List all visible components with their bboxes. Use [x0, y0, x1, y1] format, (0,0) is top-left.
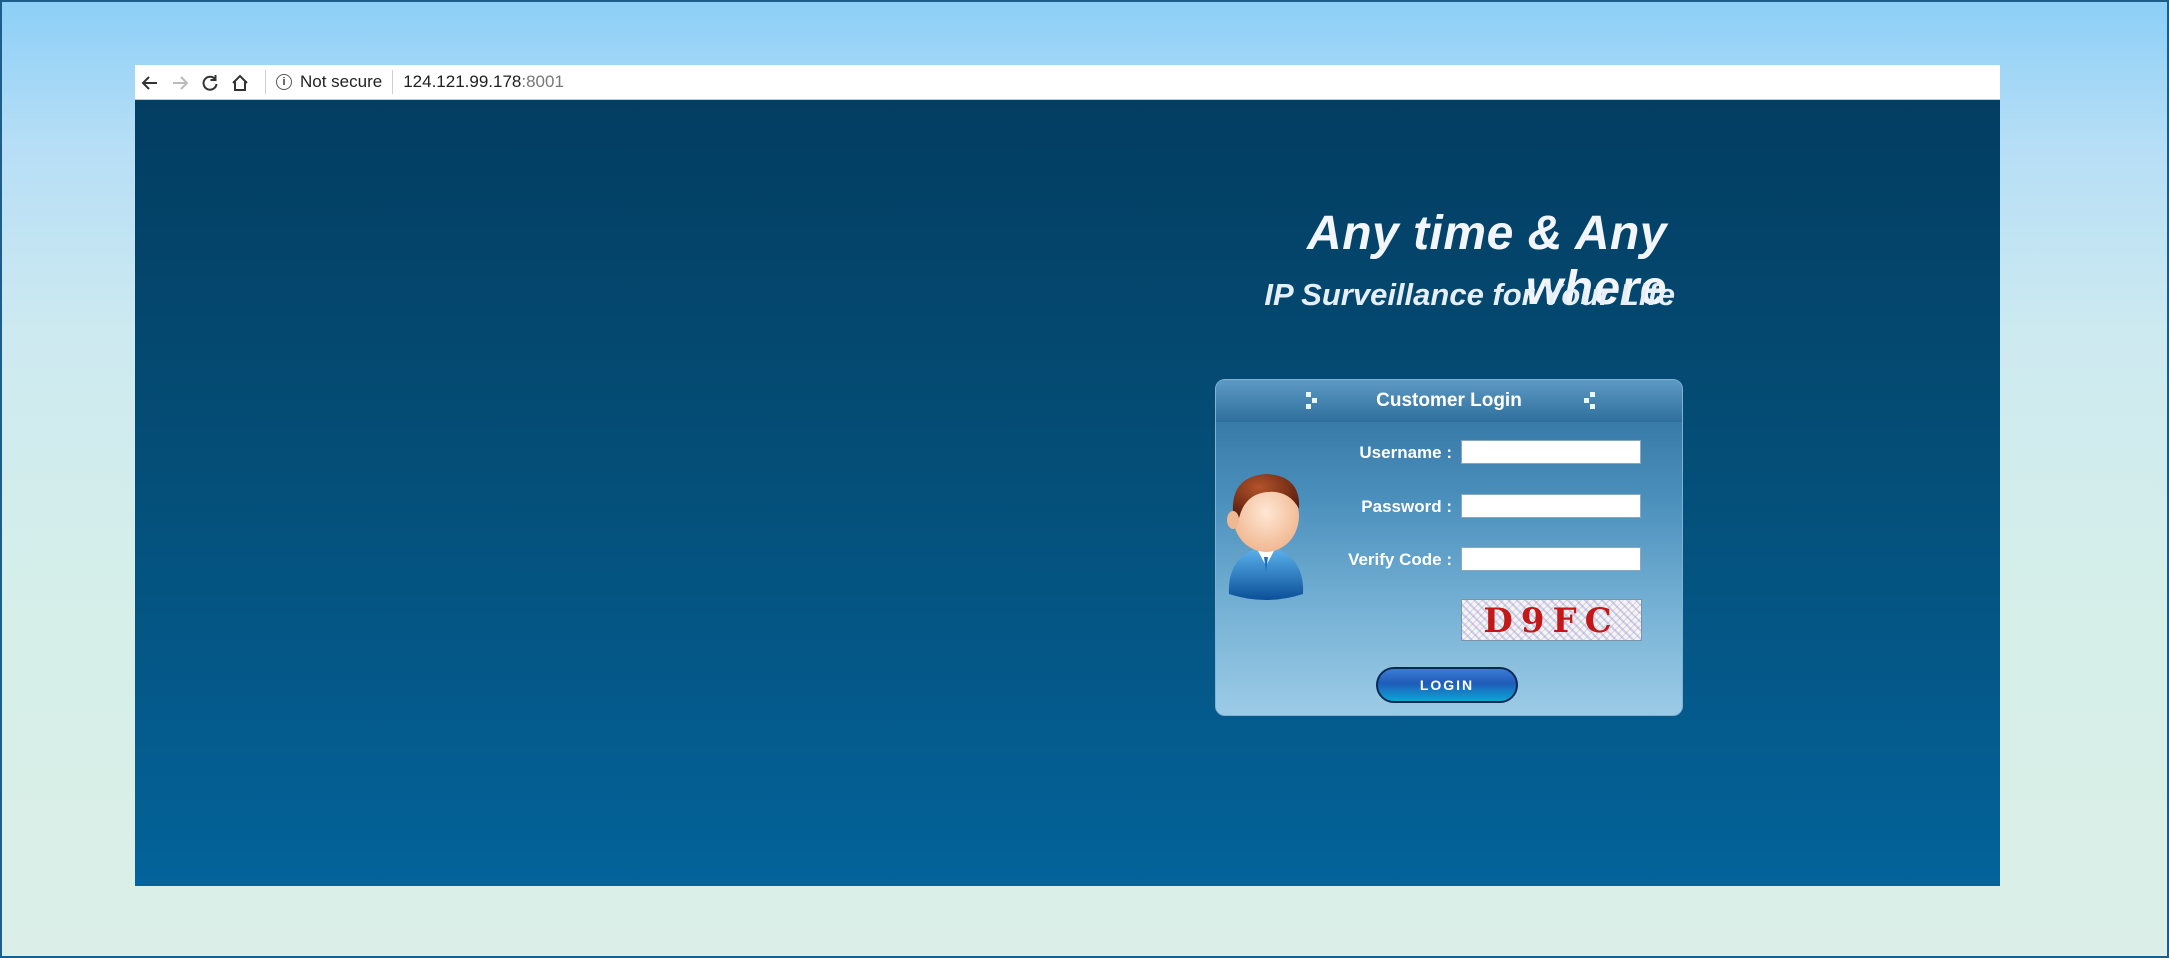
login-title: Customer Login — [1376, 390, 1522, 411]
captcha-code: D9FC — [1483, 601, 1620, 641]
back-arrow-icon[interactable] — [135, 65, 165, 99]
login-panel: Customer Login Username : Password : Ver… — [1215, 379, 1683, 716]
page-subheadline: IP Surveillance for Your Life — [1264, 277, 1675, 312]
page-content: Any time & Any where IP Surveillance for… — [135, 100, 2000, 886]
corner-decoration-icon — [1578, 392, 1596, 410]
forward-arrow-icon[interactable] — [165, 65, 195, 99]
browser-toolbar: i Not secure 124.121.99.178:8001 — [135, 65, 2000, 100]
address-bar[interactable]: 124.121.99.178:8001 — [403, 72, 564, 92]
login-button[interactable]: LOGIN — [1376, 667, 1518, 703]
login-header: Customer Login — [1216, 380, 1682, 422]
info-icon[interactable]: i — [276, 74, 292, 90]
verify-code-label: Verify Code : — [1348, 550, 1452, 569]
username-input[interactable] — [1461, 440, 1641, 464]
verify-code-input[interactable] — [1461, 547, 1641, 571]
url-port: :8001 — [521, 72, 564, 91]
security-status[interactable]: Not secure — [300, 72, 382, 92]
password-label: Password : — [1361, 497, 1452, 516]
url-host: 124.121.99.178 — [403, 72, 522, 91]
captcha-image[interactable]: D9FC — [1461, 599, 1642, 641]
address-divider — [265, 70, 266, 94]
reload-icon[interactable] — [195, 65, 225, 99]
username-label: Username : — [1359, 443, 1452, 462]
password-input[interactable] — [1461, 494, 1641, 518]
user-avatar-icon — [1227, 474, 1304, 600]
home-icon[interactable] — [225, 65, 255, 99]
address-divider — [392, 70, 394, 94]
